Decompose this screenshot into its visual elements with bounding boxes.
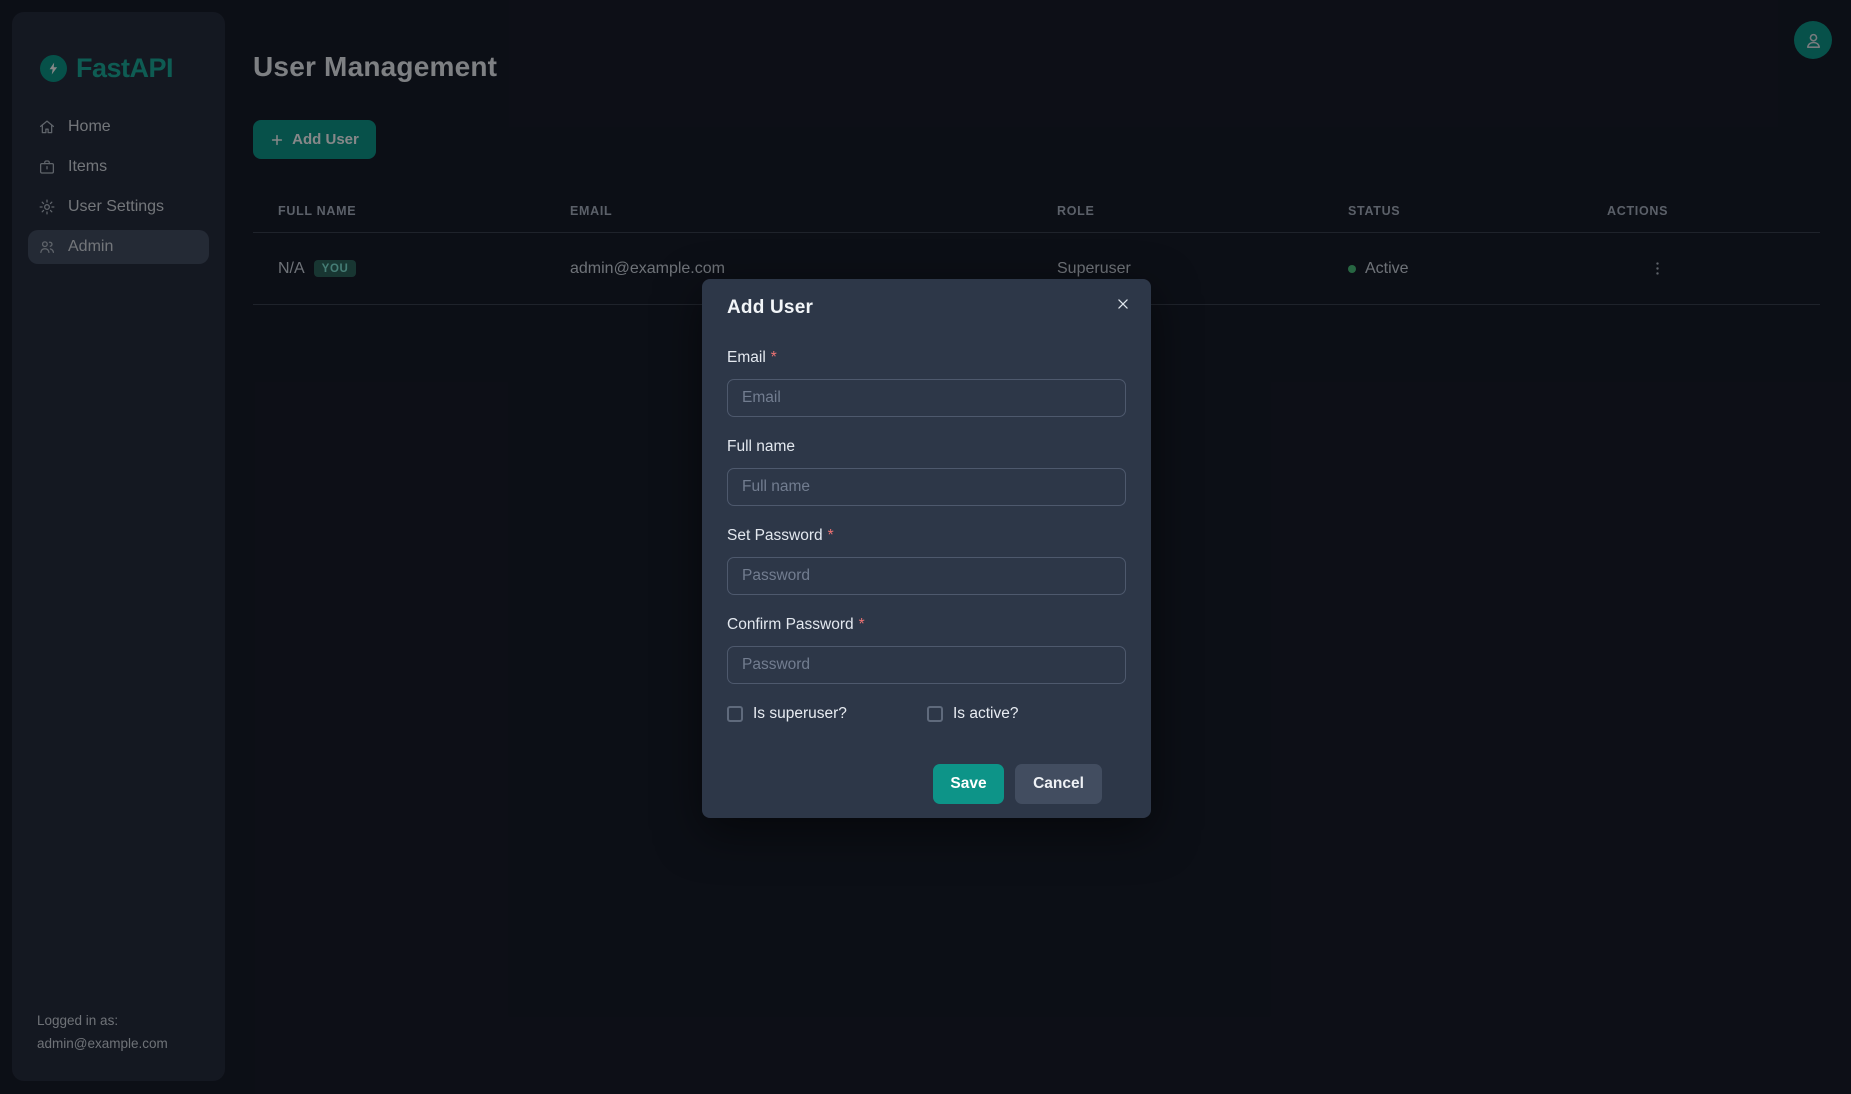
- confirm-password-label: Confirm Password*: [727, 616, 1126, 634]
- confirm-password-field[interactable]: [727, 646, 1126, 684]
- checkbox-icon: [927, 706, 943, 722]
- modal-header: Add User: [702, 279, 1151, 319]
- full-name-field[interactable]: [727, 468, 1126, 506]
- checkbox-icon: [727, 706, 743, 722]
- modal-body: Email* Full name Set Password* Confirm P…: [702, 319, 1151, 818]
- email-label: Email*: [727, 349, 1126, 367]
- modal-title: Add User: [727, 297, 1126, 319]
- full-name-label: Full name: [727, 438, 1126, 456]
- full-name-field-group: Full name: [727, 438, 1126, 506]
- required-marker: *: [859, 616, 865, 633]
- email-field[interactable]: [727, 379, 1126, 417]
- modal-footer: Save Cancel: [727, 764, 1126, 818]
- is-active-checkbox[interactable]: Is active?: [927, 705, 1018, 723]
- is-active-label: Is active?: [953, 705, 1018, 723]
- close-icon: [1116, 297, 1130, 311]
- confirm-password-field-group: Confirm Password*: [727, 616, 1126, 684]
- is-superuser-label: Is superuser?: [753, 705, 847, 723]
- set-password-field[interactable]: [727, 557, 1126, 595]
- set-password-label: Set Password*: [727, 527, 1126, 545]
- set-password-field-group: Set Password*: [727, 527, 1126, 595]
- is-superuser-checkbox[interactable]: Is superuser?: [727, 705, 927, 723]
- email-field-group: Email*: [727, 349, 1126, 417]
- required-marker: *: [771, 349, 777, 366]
- add-user-modal: Add User Email* Full name Set Password* …: [702, 279, 1151, 818]
- cancel-button[interactable]: Cancel: [1015, 764, 1102, 804]
- modal-close-button[interactable]: [1108, 289, 1138, 319]
- save-button[interactable]: Save: [933, 764, 1004, 804]
- required-marker: *: [828, 527, 834, 544]
- checkbox-row: Is superuser? Is active?: [727, 705, 1126, 723]
